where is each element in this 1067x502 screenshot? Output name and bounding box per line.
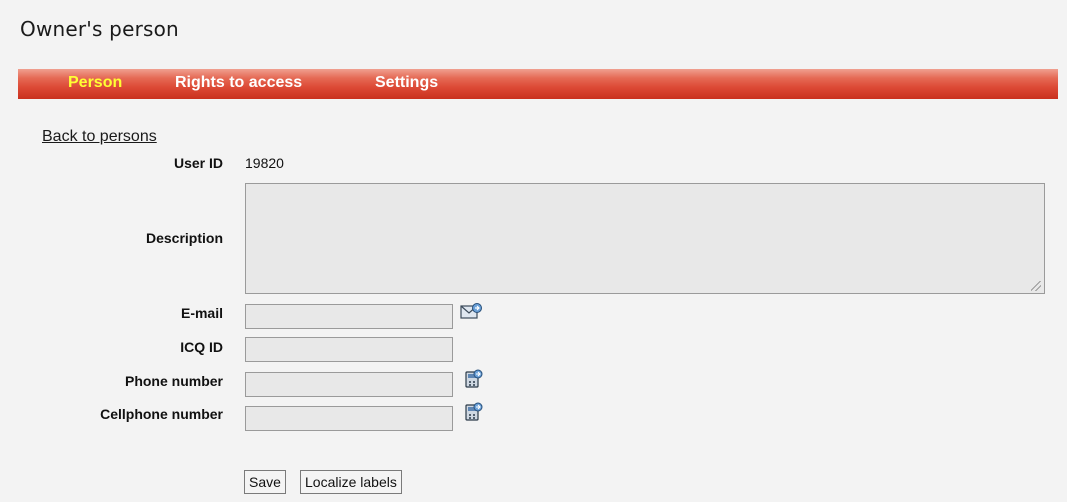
tab-bar: Person Rights to access Settings [18,69,1058,99]
email-field[interactable] [245,304,453,329]
user-id-value: 19820 [245,155,284,171]
localize-labels-button[interactable]: Localize labels [300,470,402,494]
cellphone-call-icon[interactable] [462,401,484,421]
description-label: Description [145,230,223,246]
back-to-persons-link[interactable]: Back to persons [42,128,157,146]
page: Owner's person Person Rights to access S… [0,0,1067,502]
tab-person[interactable]: Person [68,74,122,92]
page-title: Owner's person [20,17,179,41]
tab-rights-to-access[interactable]: Rights to access [175,74,302,92]
user-id-label: User ID [173,155,223,171]
cellphone-label: Cellphone number [100,406,223,422]
icq-field[interactable] [245,337,453,362]
email-label: E-mail [180,305,223,321]
cellphone-field[interactable] [245,406,453,431]
phone-call-icon[interactable] [462,368,484,388]
save-button[interactable]: Save [244,470,286,494]
phone-label: Phone number [124,373,223,389]
email-send-icon[interactable] [460,302,482,322]
phone-field[interactable] [245,372,453,397]
tab-settings[interactable]: Settings [375,74,438,92]
description-textarea[interactable] [245,183,1045,294]
icq-label: ICQ ID [180,339,223,355]
